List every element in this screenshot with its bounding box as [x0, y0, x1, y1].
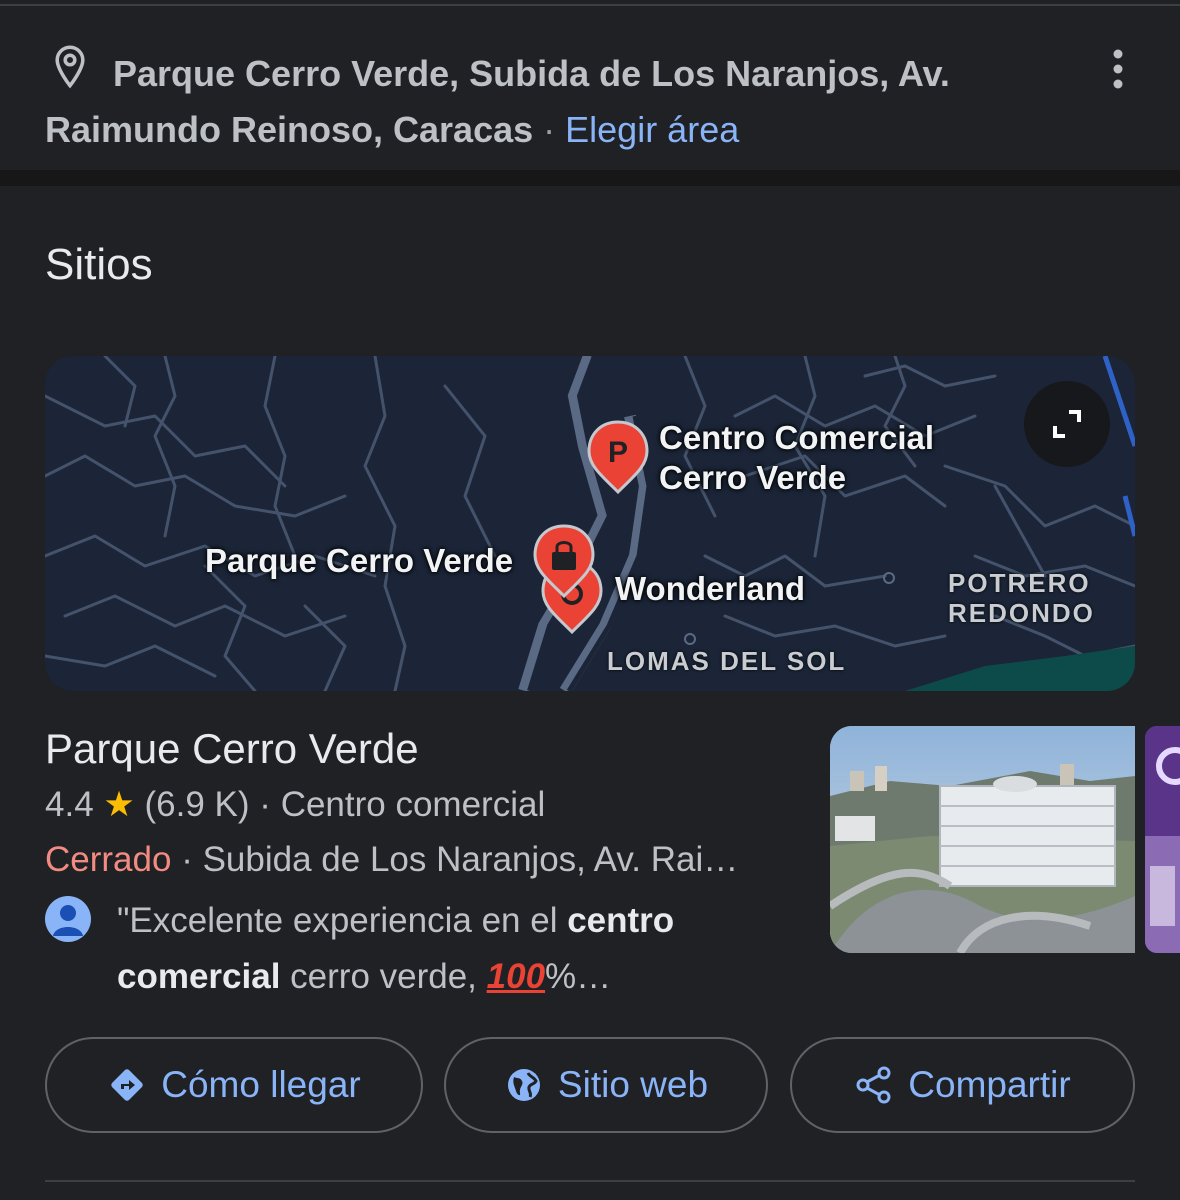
- place-name[interactable]: Parque Cerro Verde: [45, 725, 419, 773]
- website-label: Sitio web: [557, 1064, 709, 1105]
- expand-icon: [1053, 410, 1081, 438]
- district-line1: POTRERO: [948, 568, 1091, 598]
- map-label-line2: Cerro Verde: [659, 459, 847, 496]
- section-title: Sitios: [45, 240, 153, 289]
- map-marker-shopping-icon[interactable]: [531, 524, 597, 600]
- section-divider: [0, 170, 1180, 186]
- map-marker-parking-icon[interactable]: P: [585, 420, 651, 496]
- status-line: Cerrado · Subida de Los Naranjos, Av. Ra…: [45, 840, 739, 879]
- map-label-centro-comercial[interactable]: Centro Comercial Cerro Verde: [659, 418, 934, 498]
- website-button[interactable]: Sitio web: [444, 1037, 768, 1133]
- change-area-link[interactable]: Elegir área: [565, 109, 739, 150]
- map-view[interactable]: P Centro Comercial Cerro Verde Wonderlan…: [45, 356, 1135, 691]
- review-count[interactable]: (6.9 K): [145, 785, 250, 824]
- share-icon: [856, 1066, 891, 1104]
- review-part3: %…: [545, 957, 612, 996]
- map-label-wonderland[interactable]: Wonderland: [615, 570, 805, 608]
- location-text: Parque Cerro Verde, Subida de Los Naranj…: [45, 46, 1055, 158]
- map-district-potrero: POTRERO REDONDO: [948, 568, 1095, 628]
- map-district-lomas: LOMAS DEL SOL: [607, 646, 847, 676]
- district-line2: REDONDO: [948, 598, 1095, 628]
- directions-icon: [111, 1069, 143, 1101]
- share-label: Compartir: [908, 1064, 1071, 1105]
- location-bar: Parque Cerro Verde, Subida de Los Naranj…: [0, 6, 1180, 170]
- review-snippet[interactable]: "Excelente experiencia en el centro comer…: [117, 893, 797, 1005]
- review-part1: "Excelente experiencia en el: [117, 901, 568, 940]
- expand-map-button[interactable]: [1024, 381, 1110, 467]
- review-part2: cerro verde,: [280, 957, 487, 996]
- open-status: Cerrado: [45, 840, 172, 879]
- place-address: Subida de Los Naranjos, Av. Rai…: [202, 840, 739, 879]
- parking-letter: P: [608, 436, 628, 469]
- bottom-divider: [45, 1180, 1135, 1182]
- location-line2: Raimundo Reinoso, Caracas: [45, 109, 534, 150]
- star-icon: ★: [103, 785, 135, 824]
- directions-button[interactable]: Cómo llegar: [45, 1037, 423, 1133]
- review-bold1: centro: [567, 901, 675, 940]
- user-icon: [53, 905, 83, 936]
- rating-line: 4.4 ★ (6.9 K) · Centro comercial: [45, 785, 546, 824]
- rating-value: 4.4: [45, 785, 94, 824]
- review-bold2: comercial: [117, 957, 281, 996]
- globe-icon: [507, 1069, 540, 1101]
- location-line1: Parque Cerro Verde, Subida de Los Naranj…: [113, 53, 950, 94]
- map-label-line1: Centro Comercial: [659, 419, 935, 456]
- place-photo-2[interactable]: [1145, 726, 1180, 953]
- share-button[interactable]: Compartir: [790, 1037, 1135, 1133]
- mall-photo: [830, 726, 1135, 953]
- reviewer-avatar: [45, 896, 91, 942]
- map-label-parque-cerro-verde[interactable]: Parque Cerro Verde: [205, 542, 513, 580]
- interior-photo: [1145, 726, 1180, 953]
- more-options-icon[interactable]: [1104, 46, 1132, 92]
- place-photo[interactable]: [830, 726, 1135, 953]
- place-category: Centro comercial: [280, 785, 546, 824]
- location-separator: ·: [533, 109, 566, 150]
- directions-label: Cómo llegar: [161, 1064, 361, 1105]
- hundred-points-icon: 100: [486, 957, 546, 996]
